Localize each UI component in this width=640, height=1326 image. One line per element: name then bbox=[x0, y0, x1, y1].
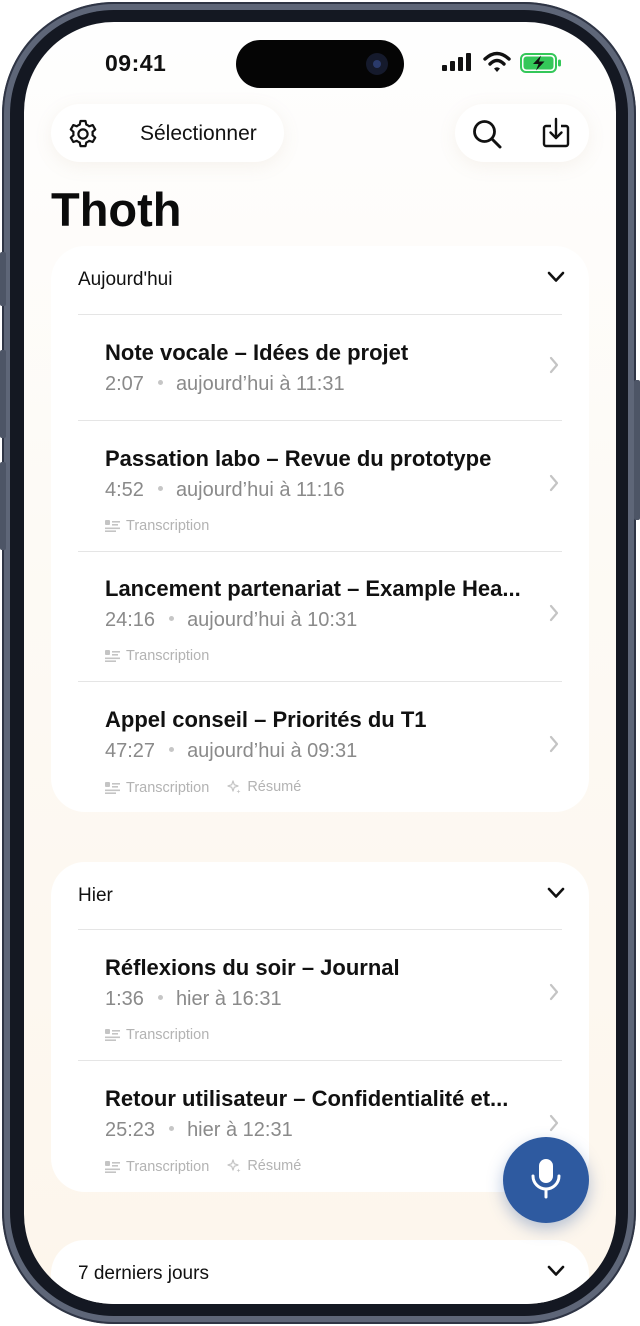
meta-separator bbox=[169, 1126, 175, 1132]
chevron-right-icon bbox=[549, 604, 559, 622]
chevron-right-icon bbox=[549, 983, 559, 1001]
dynamic-island bbox=[236, 40, 404, 88]
meta-separator bbox=[157, 486, 163, 492]
divider bbox=[78, 551, 562, 552]
recording-duration: 24:16 bbox=[105, 609, 156, 631]
recording-date: aujourd’hui à 10:31 bbox=[187, 609, 358, 631]
divider bbox=[78, 929, 562, 930]
meta-separator bbox=[157, 995, 163, 1001]
tag-label: Résumé bbox=[247, 1158, 302, 1174]
recording-tags: Transcription Résumé bbox=[105, 779, 315, 798]
sparkle-icon bbox=[227, 1159, 241, 1173]
meta-separator bbox=[169, 616, 175, 622]
recording-meta: 2:07 aujourd’hui à 11:31 bbox=[105, 373, 345, 396]
recording-tags: Transcription bbox=[105, 518, 223, 536]
chevron-down-icon[interactable] bbox=[547, 1265, 565, 1277]
record-button[interactable] bbox=[503, 1137, 589, 1223]
transcript-icon bbox=[105, 1029, 120, 1041]
recording-date: hier à 12:31 bbox=[187, 1119, 293, 1141]
recording-meta: 1:36 hier à 16:31 bbox=[105, 988, 282, 1011]
search-icon[interactable] bbox=[471, 118, 503, 150]
status-bar: 09:41 bbox=[24, 22, 616, 102]
tag-label: Transcription bbox=[126, 518, 210, 534]
tag-transcription: Transcription bbox=[105, 1159, 209, 1175]
volume-down-button bbox=[0, 462, 6, 550]
front-camera bbox=[366, 53, 388, 75]
recording-title: Note vocale – Idées de projet bbox=[105, 340, 409, 365]
recording-title: Retour utilisateur – Confidentialité et.… bbox=[105, 1086, 509, 1111]
recording-tags: Transcription bbox=[105, 1027, 223, 1045]
tag-label: Transcription bbox=[126, 648, 210, 664]
meta-separator bbox=[157, 380, 163, 386]
sparkle-icon bbox=[227, 780, 241, 794]
tag-label: Transcription bbox=[126, 1159, 210, 1175]
tag-summary: Résumé bbox=[227, 779, 301, 795]
section-today: Aujourd'hui Note vocale – Idées de proje… bbox=[51, 246, 589, 812]
section-header[interactable]: 7 derniers jours bbox=[78, 1240, 209, 1304]
recording-tags: Transcription bbox=[105, 648, 223, 666]
recording-meta: 25:23 hier à 12:31 bbox=[105, 1119, 293, 1142]
transcript-icon bbox=[105, 520, 120, 532]
download-icon[interactable] bbox=[541, 117, 571, 149]
meta-separator bbox=[169, 747, 175, 753]
transcript-icon bbox=[105, 1161, 120, 1173]
recording-title: Appel conseil – Priorités du T1 bbox=[105, 707, 427, 732]
chevron-down-icon[interactable] bbox=[547, 271, 565, 283]
chevron-right-icon bbox=[549, 735, 559, 753]
recording-date: aujourd’hui à 09:31 bbox=[187, 740, 358, 762]
transcript-icon bbox=[105, 782, 120, 794]
gear-icon[interactable] bbox=[67, 118, 99, 150]
chevron-down-icon[interactable] bbox=[547, 887, 565, 899]
recording-title: Lancement partenariat – Example Hea... bbox=[105, 576, 521, 601]
tag-label: Résumé bbox=[247, 779, 302, 795]
recording-duration: 47:27 bbox=[105, 740, 156, 762]
divider bbox=[78, 681, 562, 682]
recording-date: aujourd’hui à 11:31 bbox=[175, 373, 345, 395]
status-time: 09:41 bbox=[105, 50, 167, 76]
tag-transcription: Transcription bbox=[105, 648, 209, 664]
recording-duration: 4:52 bbox=[105, 479, 144, 501]
recording-duration: 1:36 bbox=[105, 988, 144, 1010]
chevron-right-icon bbox=[549, 1114, 559, 1132]
power-button bbox=[634, 380, 640, 520]
wifi-icon bbox=[483, 51, 511, 72]
chevron-right-icon bbox=[549, 356, 559, 374]
transcript-icon bbox=[105, 650, 120, 662]
search-import-pill bbox=[455, 104, 589, 162]
recording-date: hier à 16:31 bbox=[175, 988, 282, 1010]
section-header[interactable]: Aujourd'hui bbox=[78, 246, 172, 314]
recording-title: Réflexions du soir – Journal bbox=[105, 955, 400, 980]
recording-title: Passation labo – Revue du prototype bbox=[105, 446, 492, 471]
recording-meta: 4:52 aujourd’hui à 11:16 bbox=[105, 479, 345, 502]
battery-charging-icon bbox=[520, 53, 561, 73]
tag-transcription: Transcription bbox=[105, 518, 209, 534]
tag-label: Transcription bbox=[126, 1027, 210, 1043]
select-button[interactable]: Sélectionner bbox=[140, 122, 257, 146]
action-button bbox=[0, 252, 6, 306]
section-last-7-days: 7 derniers jours bbox=[51, 1240, 589, 1304]
tag-transcription: Transcription bbox=[105, 1027, 209, 1043]
recording-tags: Transcription Résumé bbox=[105, 1158, 315, 1177]
page-title: Thoth bbox=[51, 183, 182, 236]
tag-summary: Résumé bbox=[227, 1158, 301, 1174]
tag-transcription: Transcription bbox=[105, 780, 209, 796]
divider bbox=[78, 1060, 562, 1061]
microphone-icon bbox=[531, 1159, 561, 1199]
volume-up-button bbox=[0, 350, 6, 438]
cellular-signal-icon bbox=[442, 53, 471, 71]
tag-label: Transcription bbox=[126, 780, 210, 796]
recording-meta: 47:27 aujourd’hui à 09:31 bbox=[105, 740, 357, 763]
recording-meta: 24:16 aujourd’hui à 10:31 bbox=[105, 609, 357, 632]
settings-select-pill: Sélectionner bbox=[51, 104, 284, 162]
divider bbox=[78, 314, 562, 315]
recording-duration: 25:23 bbox=[105, 1119, 156, 1141]
recording-duration: 2:07 bbox=[105, 373, 144, 395]
section-header[interactable]: Hier bbox=[78, 862, 113, 930]
recording-date: aujourd’hui à 11:16 bbox=[175, 479, 345, 501]
section-yesterday: Hier Réflexions du soir – Journal 1:36 hi… bbox=[51, 862, 589, 1192]
screen: 09:41 Sélectionner Thoth Aujourd'hui Not… bbox=[24, 22, 616, 1304]
divider bbox=[78, 420, 562, 421]
chevron-right-icon bbox=[549, 474, 559, 492]
